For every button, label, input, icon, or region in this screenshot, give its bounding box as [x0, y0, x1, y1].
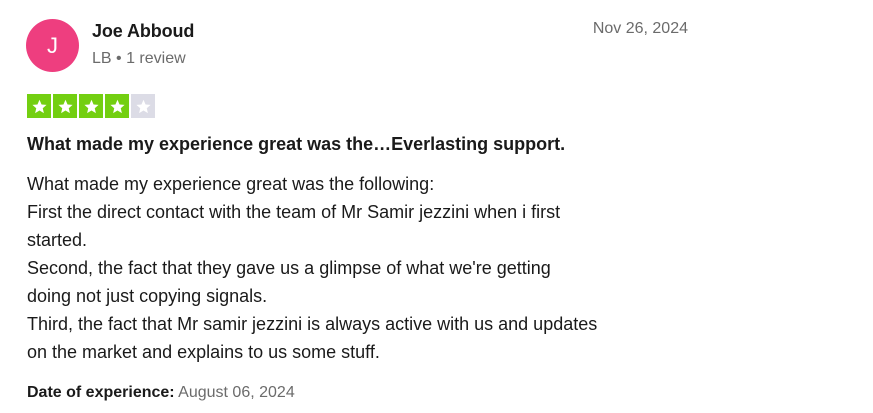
star-icon	[53, 94, 77, 118]
star-icon	[79, 94, 103, 118]
review-body: What made my experience great was the fo…	[27, 170, 707, 366]
avatar[interactable]: J	[26, 19, 79, 72]
review-title[interactable]: What made my experience great was the…Ev…	[27, 134, 565, 155]
experience-label: Date of experience:	[27, 384, 175, 401]
reviewer-meta: LB • 1 review	[92, 50, 186, 67]
review-body-line: Third, the fact that Mr samir jezzini is…	[27, 314, 598, 334]
review-body-line: doing not just copying signals.	[27, 286, 268, 306]
experience-date: August 06, 2024	[178, 384, 295, 401]
star-icon	[131, 94, 155, 118]
review-card: J Joe Abboud LB • 1 review Nov 26, 2024 …	[0, 0, 873, 413]
review-date: Nov 26, 2024	[592, 20, 688, 37]
review-body-line: What made my experience great was the fo…	[27, 174, 435, 194]
review-body-line: started.	[27, 230, 88, 250]
review-body-line: Second, the fact that they gave us a gli…	[27, 258, 551, 278]
date-of-experience: Date of experience: August 06, 2024	[27, 384, 295, 402]
star-icon	[27, 94, 51, 118]
review-body-line: on the market and explains to us some st…	[27, 342, 380, 362]
review-body-line: First the direct contact with the team o…	[27, 202, 561, 222]
star-rating	[27, 94, 155, 118]
reviewer-name[interactable]: Joe Abboud	[92, 21, 194, 42]
star-icon	[105, 94, 129, 118]
